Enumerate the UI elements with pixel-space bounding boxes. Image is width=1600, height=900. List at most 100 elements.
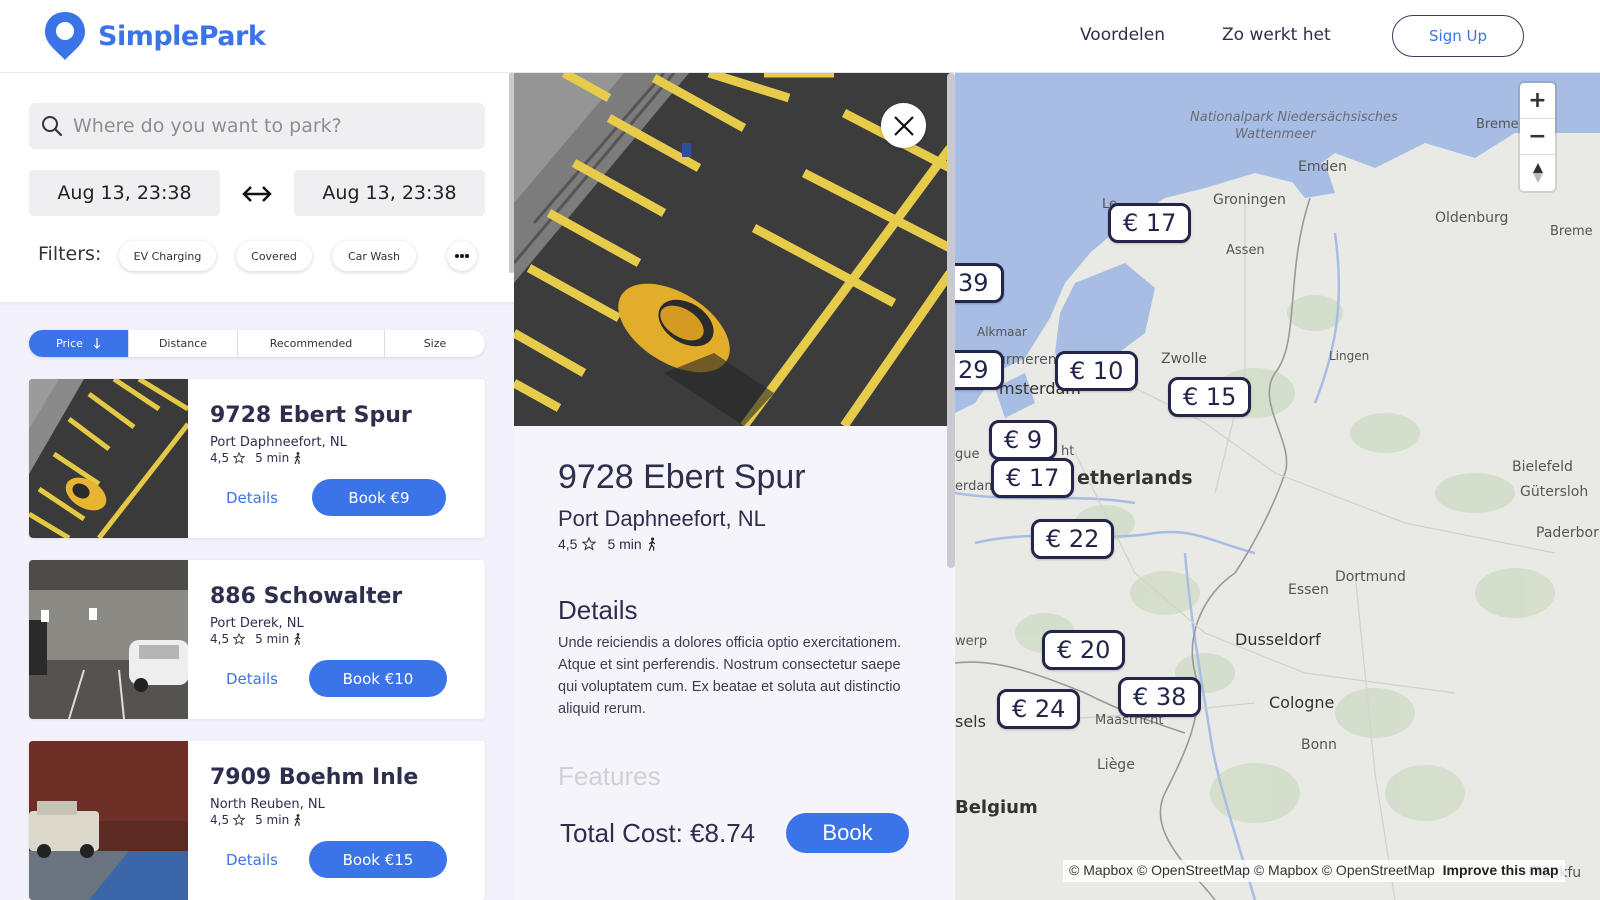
rating-value: 4,5 xyxy=(210,632,230,646)
price-marker[interactable]: € 15 xyxy=(1168,377,1252,417)
filter-chip-covered[interactable]: Covered xyxy=(236,241,312,271)
walking-person-icon xyxy=(648,537,655,551)
book-button[interactable]: Book €9 xyxy=(312,479,446,516)
map-label-bremerhaven: Breme xyxy=(1476,117,1519,132)
listing-meta: 4,5 5 min xyxy=(210,632,302,646)
details-link[interactable]: Details xyxy=(226,851,278,869)
price-marker[interactable]: € 17 xyxy=(991,458,1075,498)
sort-tab-size[interactable]: Size xyxy=(385,330,485,357)
map-label-haag: gue xyxy=(955,447,980,462)
filter-chip-ev-charging[interactable]: EV Charging xyxy=(119,241,216,271)
price-marker[interactable]: € 22 xyxy=(1031,519,1115,559)
rating-value: 4,5 xyxy=(210,451,230,465)
book-button[interactable]: Book €15 xyxy=(309,841,447,878)
details-link[interactable]: Details xyxy=(226,670,278,688)
map-label-bonn: Bonn xyxy=(1301,737,1337,753)
map-label-utrecht: ht xyxy=(1061,444,1075,459)
total-cost: Total Cost: €8.74 xyxy=(560,818,756,848)
from-date-field[interactable]: Aug 13, 23:38 xyxy=(29,170,220,216)
filters-label: Filters: xyxy=(38,243,102,265)
map-label-zwolle: Zwolle xyxy=(1161,351,1207,367)
search-card: Aug 13, 23:38 Aug 13, 23:38 Filters: EV … xyxy=(0,73,514,302)
walking-person-icon xyxy=(294,814,301,826)
close-detail-button[interactable] xyxy=(881,103,926,148)
sort-tabs: Price Distance Recommended Size xyxy=(29,330,485,357)
listing-city: North Reuben, NL xyxy=(210,797,325,812)
more-filters-button[interactable] xyxy=(447,241,477,271)
walking-person-icon xyxy=(294,633,301,645)
price-marker[interactable]: € 24 xyxy=(997,689,1081,729)
price-marker[interactable]: 29 xyxy=(955,350,1004,390)
listing-title: 7909 Boehm Inle xyxy=(210,765,419,790)
brand-logo[interactable]: SimplePark xyxy=(42,10,266,62)
map-label-emden: Emden xyxy=(1298,159,1347,175)
detail-description: Unde reiciendis a dolores officia optio … xyxy=(558,635,902,717)
nav-voordelen[interactable]: Voordelen xyxy=(1080,25,1165,45)
map-label-wattenmeer: Wattenmeer xyxy=(1235,127,1316,142)
map-label-lingen: Lingen xyxy=(1329,349,1370,363)
listing-meta: 4,5 5 min xyxy=(210,451,302,465)
detail-book-button[interactable]: Book xyxy=(786,813,909,853)
price-marker[interactable]: 39 xyxy=(955,263,1004,303)
map-label-essen: Essen xyxy=(1288,582,1329,598)
sort-tab-price[interactable]: Price xyxy=(29,330,129,357)
search-icon xyxy=(42,116,63,137)
map-view[interactable]: Nationalpark Niedersächsisches Wattenmee… xyxy=(955,73,1600,900)
zoom-in-button[interactable]: + xyxy=(1520,83,1555,119)
listing-city: Port Daphneefort, NL xyxy=(210,435,347,450)
star-icon xyxy=(233,452,246,464)
parking-detail-panel: 9728 Ebert Spur Port Daphneefort, NL 4,5… xyxy=(514,73,955,900)
listing-card[interactable]: 886 Schowalter Port Derek, NL 4,5 5 min … xyxy=(29,560,485,719)
star-icon xyxy=(582,537,597,551)
map-label-netherlands: etherlands xyxy=(1077,467,1193,489)
price-marker[interactable]: € 9 xyxy=(989,420,1058,460)
search-input[interactable] xyxy=(73,115,473,137)
price-marker[interactable]: € 17 xyxy=(1108,203,1192,243)
search-results-panel: Aug 13, 23:38 Aug 13, 23:38 Filters: EV … xyxy=(0,73,514,900)
nav-zo-werkt-het[interactable]: Zo werkt het xyxy=(1222,25,1331,45)
map-attribution: © Mapbox © OpenStreetMap © Mapbox © Open… xyxy=(1063,860,1565,882)
map-label-dusseldorf: Dusseldorf xyxy=(1235,630,1321,649)
detail-city: Port Daphneefort, NL xyxy=(558,506,766,531)
sort-tab-recommended[interactable]: Recommended xyxy=(238,330,385,357)
walking-person-icon xyxy=(294,452,301,464)
details-link[interactable]: Details xyxy=(226,489,278,507)
detail-scrollbar[interactable] xyxy=(947,73,955,568)
map-label-bremen: Breme xyxy=(1550,224,1593,239)
book-button[interactable]: Book €10 xyxy=(309,660,447,697)
rating-value: 4,5 xyxy=(210,813,230,827)
search-box[interactable] xyxy=(29,103,485,149)
to-date-field[interactable]: Aug 13, 23:38 xyxy=(294,170,485,216)
sort-tab-distance[interactable]: Distance xyxy=(129,330,238,357)
improve-map-link[interactable]: Improve this map xyxy=(1443,862,1559,878)
detail-meta: 4,5 5 min xyxy=(558,536,657,552)
detail-title: 9728 Ebert Spur xyxy=(558,458,806,496)
map-zoom-controls: + − xyxy=(1520,83,1555,191)
top-header: SimplePark Voordelen Zo werkt het Sign U… xyxy=(0,0,1600,73)
walk-time: 5 min xyxy=(255,632,290,646)
filter-chip-car-wash[interactable]: Car Wash xyxy=(332,241,416,271)
map-label-bielefeld: Bielefeld xyxy=(1512,459,1573,475)
walk-time: 5 min xyxy=(607,536,642,552)
star-icon xyxy=(233,633,246,645)
details-heading: Details xyxy=(558,595,638,625)
zoom-out-button[interactable]: − xyxy=(1520,119,1555,155)
map-label-paderborn: Paderbor xyxy=(1536,525,1599,541)
price-marker[interactable]: € 10 xyxy=(1055,351,1139,391)
listing-card[interactable]: 9728 Ebert Spur Port Daphneefort, NL 4,5… xyxy=(29,379,485,538)
map-label-assen: Assen xyxy=(1226,243,1265,258)
price-marker[interactable]: € 38 xyxy=(1118,677,1202,717)
brand-name: SimplePark xyxy=(98,20,266,52)
compass-icon xyxy=(1532,163,1543,183)
location-pin-icon xyxy=(45,12,85,60)
map-label-antwerp: werp xyxy=(955,634,988,649)
parking-photo xyxy=(29,560,188,719)
price-marker[interactable]: € 20 xyxy=(1042,630,1126,670)
map-label-nationalpark: Nationalpark Niedersächsisches xyxy=(1190,110,1398,125)
map-label-groningen: Groningen xyxy=(1213,192,1286,208)
signup-button[interactable]: Sign Up xyxy=(1392,15,1524,57)
compass-button[interactable] xyxy=(1520,155,1555,191)
listing-title: 9728 Ebert Spur xyxy=(210,403,412,428)
map-label-gutersloh: Gütersloh xyxy=(1520,484,1589,500)
listing-card[interactable]: 7909 Boehm Inle North Reuben, NL 4,5 5 m… xyxy=(29,741,485,900)
